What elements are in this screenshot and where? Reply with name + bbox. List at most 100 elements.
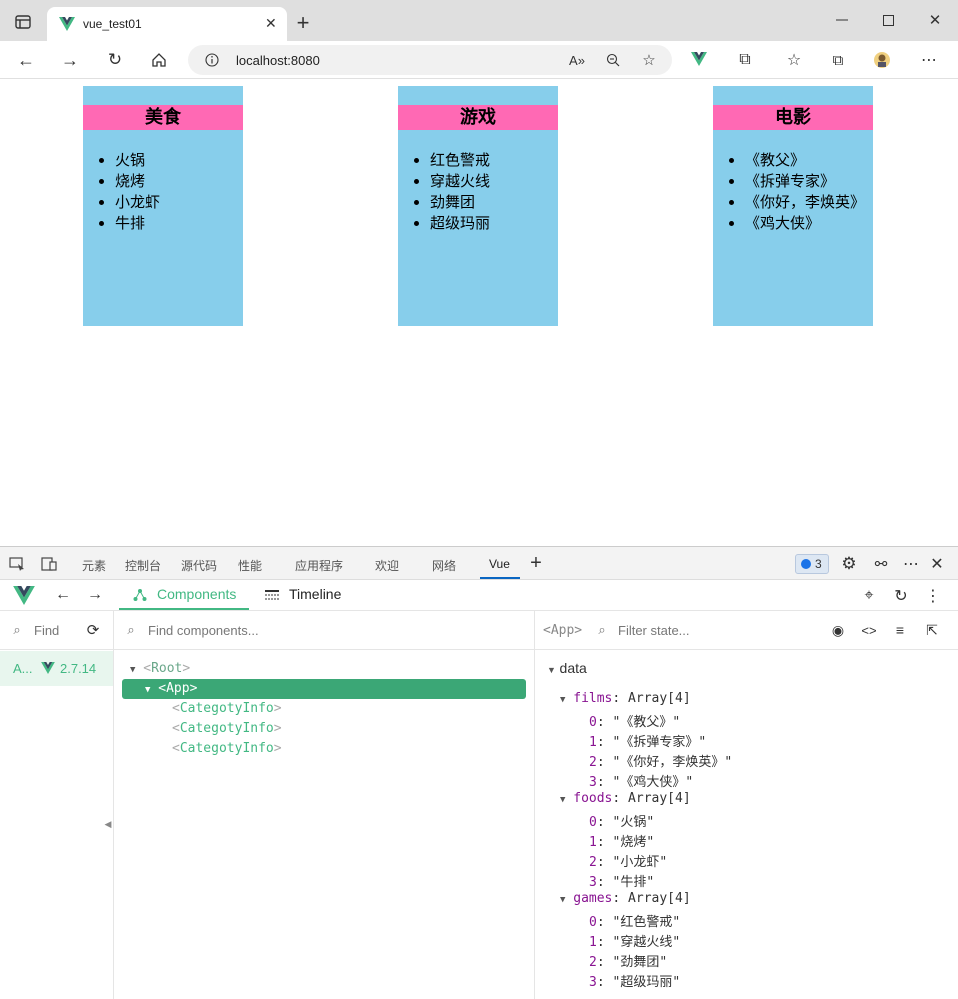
vue-logo-icon	[40, 661, 56, 675]
component-search[interactable]: ⌕ Find components...	[114, 611, 534, 650]
info-icon[interactable]	[204, 52, 220, 68]
category-title: 电影	[713, 105, 873, 130]
tab-console[interactable]: 控制台	[125, 557, 161, 574]
tab-welcome[interactable]: 欢迎	[375, 557, 399, 574]
favorite-add-icon[interactable]: ☆	[640, 51, 658, 69]
address-bar[interactable]: localhost:8080 A» ☆	[188, 45, 672, 75]
inspect-element-icon[interactable]	[8, 556, 26, 572]
category-list: 《教父》 《拆弹专家》 《你好，李焕英》 《鸡大侠》	[713, 150, 873, 234]
customize-icon[interactable]: ⚯	[871, 554, 891, 574]
tab-vue[interactable]: Vue	[489, 557, 510, 571]
state-value: 0: "红色警戒"	[589, 915, 681, 930]
apps-pane: ⌕ Find ⟳ A... 2.7.14 ◀	[0, 611, 114, 999]
search-icon: ⌕	[13, 622, 21, 637]
favorites-icon[interactable]: ☆	[784, 50, 804, 70]
tree-node-app[interactable]: ▼ <App>	[145, 681, 197, 696]
find-components-input[interactable]: Find components...	[148, 623, 259, 638]
tab-sources[interactable]: 源代码	[181, 557, 217, 574]
state-array-games[interactable]: ▼ games: Array[4]	[560, 891, 691, 906]
back-icon[interactable]: ←	[54, 586, 72, 604]
state-value: 2: "劲舞团"	[589, 955, 668, 970]
list-item: 《拆弹专家》	[745, 171, 873, 192]
category-card-films: 电影 《教父》 《拆弹专家》 《你好，李焕英》 《鸡大侠》	[713, 86, 873, 326]
expand-triangle-icon[interactable]: ▼	[547, 665, 556, 675]
device-emulation-icon[interactable]	[40, 556, 58, 572]
state-value: 0: "《教父》"	[589, 715, 681, 730]
read-aloud-icon[interactable]: A»	[568, 51, 586, 69]
forward-icon[interactable]: →	[86, 586, 104, 604]
tab-timeline[interactable]: Timeline	[289, 586, 341, 602]
app-item[interactable]: A... 2.7.14	[0, 651, 113, 686]
issues-badge[interactable]: 3	[795, 554, 829, 574]
forward-icon[interactable]: →	[60, 50, 80, 70]
state-value: 0: "火锅"	[589, 815, 655, 830]
list-item: 烧烤	[115, 171, 243, 192]
tab-actions-icon[interactable]	[14, 13, 32, 31]
tree-node-categotyinfo[interactable]: <CategotyInfo>	[172, 741, 282, 756]
tab-network[interactable]: 网络	[432, 557, 456, 574]
state-header: <App> ⌕ Filter state... ◉ <> ≡ ⇱	[535, 611, 958, 650]
more-options-icon[interactable]: ⋯	[901, 554, 921, 574]
sync-icon[interactable]: ⟳	[84, 621, 102, 639]
filter-state-input[interactable]: Filter state...	[618, 623, 690, 638]
new-tab-icon[interactable]: +	[293, 10, 313, 35]
close-window-icon[interactable]: ✕	[927, 12, 943, 29]
list-item: 《鸡大侠》	[745, 213, 873, 234]
vue-version: 2.7.14	[60, 661, 97, 676]
url-text: localhost:8080	[236, 53, 320, 68]
tab-elements[interactable]: 元素	[82, 557, 106, 574]
minimize-icon[interactable]	[834, 12, 850, 28]
expand-triangle-icon[interactable]: ▼	[560, 795, 565, 805]
tab-components[interactable]: Components	[157, 586, 236, 602]
tree-node-categotyinfo[interactable]: <CategotyInfo>	[172, 701, 282, 716]
close-tab-icon[interactable]: ✕	[265, 15, 277, 32]
maximize-icon[interactable]	[880, 12, 896, 28]
tab-performance[interactable]: 性能	[238, 557, 262, 574]
tree-node-categotyinfo[interactable]: <CategotyInfo>	[172, 721, 282, 736]
vue-devtools-extension-icon[interactable]	[690, 51, 708, 67]
category-card-food: 美食 火锅 烧烤 小龙虾 牛排	[83, 86, 243, 326]
home-icon[interactable]	[149, 50, 169, 70]
app-name: A...	[13, 661, 33, 676]
back-icon[interactable]: ←	[16, 50, 36, 70]
vue-logo-icon	[13, 586, 35, 605]
state-section-header[interactable]: ▼ data	[547, 660, 587, 676]
list-item: 火锅	[115, 150, 243, 171]
scroll-to-icon[interactable]: ≡	[891, 621, 909, 639]
close-devtools-icon[interactable]: ✕	[927, 554, 947, 574]
target-icon[interactable]: ⌖	[859, 586, 879, 606]
expand-triangle-icon[interactable]: ▼	[560, 695, 565, 705]
state-array-foods[interactable]: ▼ foods: Array[4]	[560, 791, 691, 806]
category-card-games: 游戏 红色警戒 穿越火线 劲舞团 超级玛丽	[398, 86, 558, 326]
tab-application[interactable]: 应用程序	[295, 557, 343, 574]
collections-icon[interactable]: ⧉	[828, 50, 848, 70]
state-value: 3: "《鸡大侠》"	[589, 775, 694, 790]
profile-avatar[interactable]	[872, 50, 892, 70]
find-input[interactable]: Find	[34, 623, 59, 638]
refresh-icon[interactable]: ↻	[891, 586, 911, 606]
category-title: 美食	[83, 105, 243, 130]
expand-triangle-icon[interactable]: ▼	[145, 685, 150, 695]
browser-tab[interactable]: vue_test01 ✕	[47, 7, 287, 41]
state-value: 2: "小龙虾"	[589, 855, 668, 870]
browser-tab-strip: vue_test01 ✕ + ✕	[0, 0, 958, 41]
components-icon	[132, 587, 148, 603]
extensions-icon[interactable]: ⧉	[735, 50, 755, 70]
inspect-dom-icon[interactable]: ◉	[829, 621, 847, 639]
open-in-editor-icon[interactable]: ⇱	[923, 621, 941, 639]
more-menu-icon[interactable]: ⋯	[919, 50, 939, 70]
apps-search[interactable]: ⌕ Find ⟳	[0, 611, 113, 650]
add-panel-icon[interactable]: +	[526, 552, 546, 574]
state-array-films[interactable]: ▼ films: Array[4]	[560, 691, 691, 706]
expand-triangle-icon[interactable]: ▼	[130, 665, 135, 675]
code-icon[interactable]: <>	[860, 621, 878, 639]
collapse-pane-icon[interactable]: ◀	[104, 817, 112, 831]
tree-node-root[interactable]: ▼ <Root>	[130, 661, 190, 676]
settings-gear-icon[interactable]: ⚙	[839, 554, 859, 574]
zoom-out-icon[interactable]	[604, 51, 622, 69]
more-vertical-icon[interactable]: ⋮	[923, 586, 943, 606]
list-item: 红色警戒	[430, 150, 558, 171]
timeline-icon	[264, 587, 280, 603]
expand-triangle-icon[interactable]: ▼	[560, 895, 565, 905]
refresh-icon[interactable]: ↻	[105, 50, 125, 70]
